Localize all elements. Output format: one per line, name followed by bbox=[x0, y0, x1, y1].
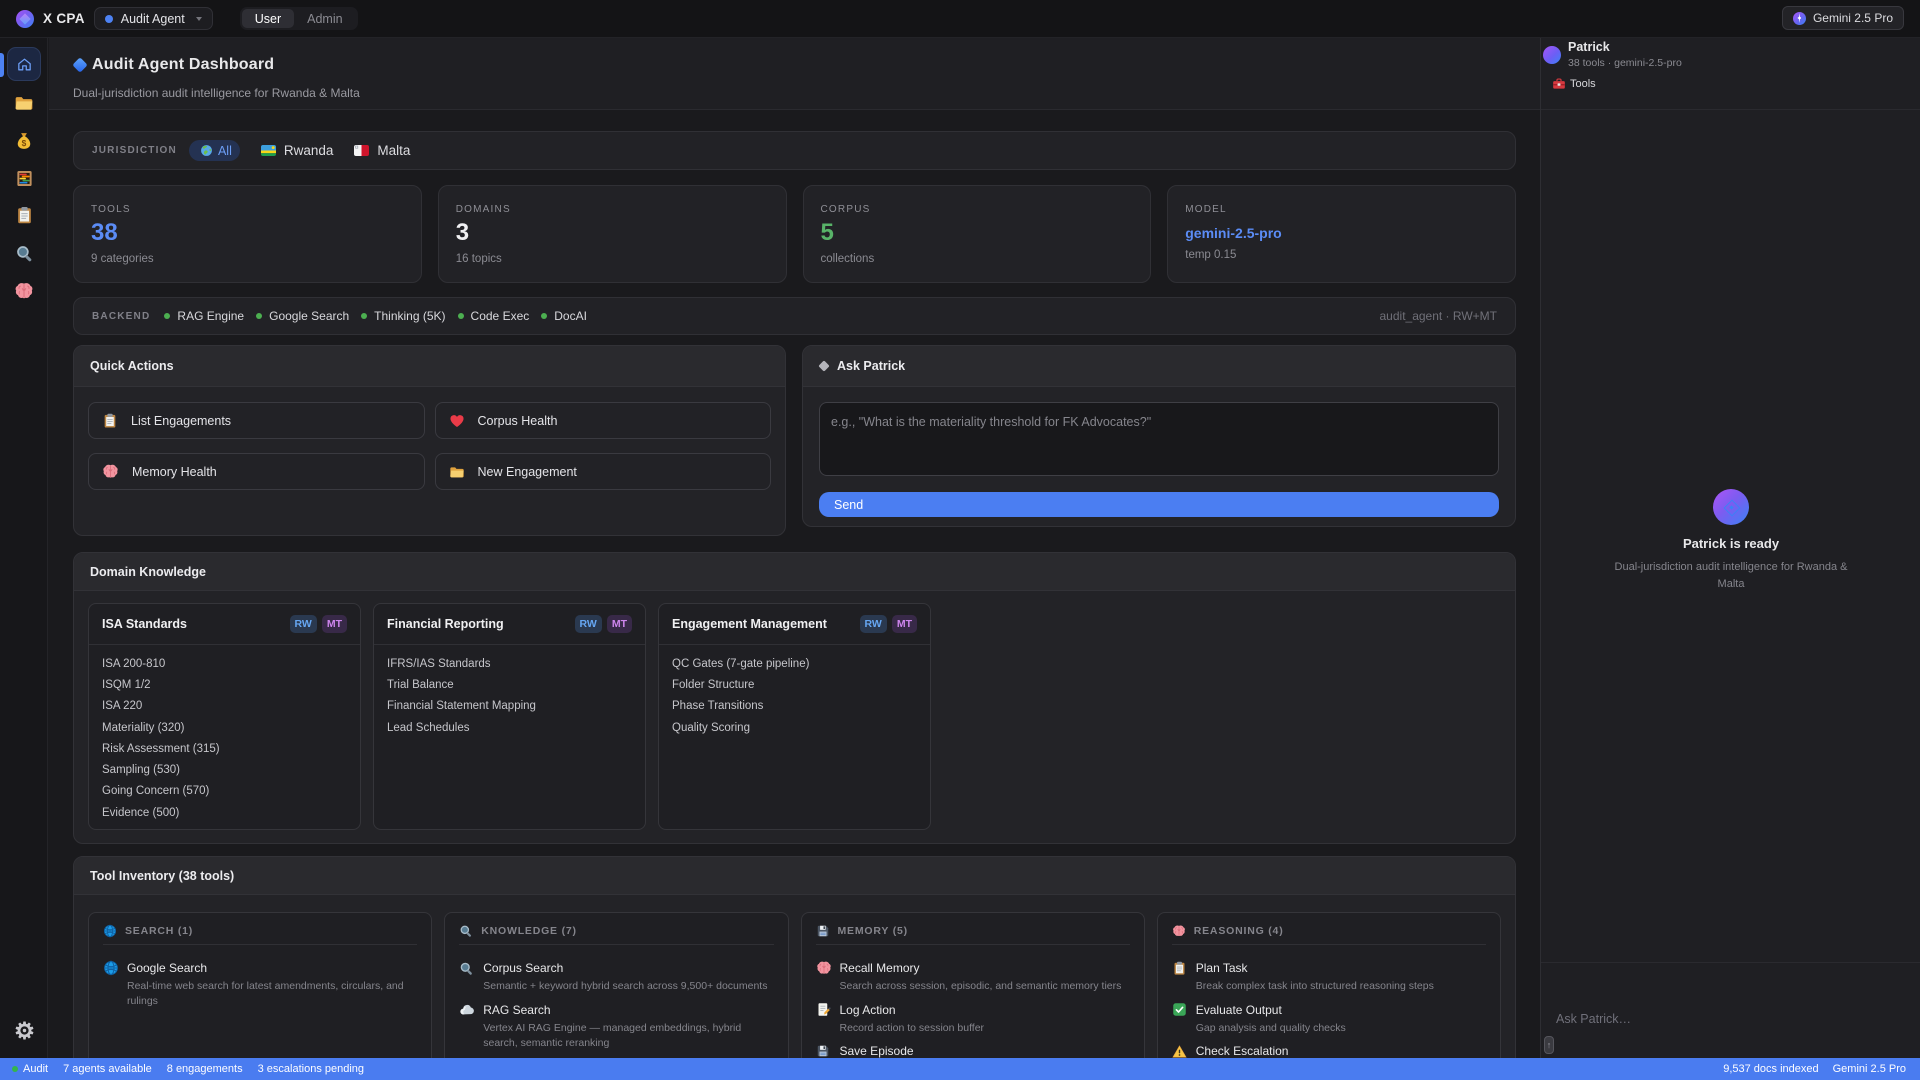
svg-text:$: $ bbox=[22, 138, 27, 148]
